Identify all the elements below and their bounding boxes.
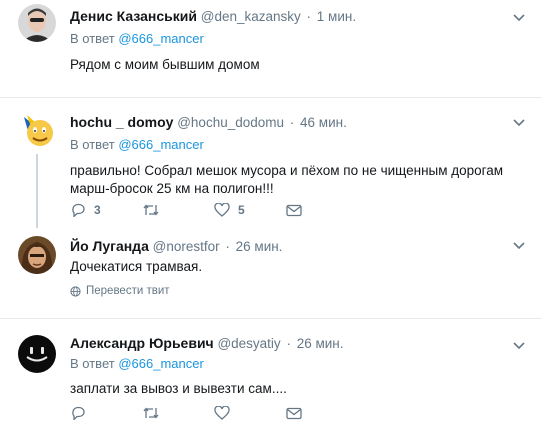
envelope-icon bbox=[286, 204, 302, 216]
chevron-down-icon[interactable] bbox=[512, 341, 526, 351]
tweet-header: hochu _ domoy @hochu_dodomu · 46 мин. bbox=[70, 113, 502, 131]
avatar[interactable] bbox=[18, 111, 56, 149]
retweet-icon bbox=[143, 407, 159, 419]
chevron-down-icon[interactable] bbox=[512, 118, 526, 128]
tweet-actions bbox=[70, 404, 358, 422]
mention-link[interactable]: @666_mancer bbox=[118, 31, 203, 46]
heart-icon bbox=[214, 203, 230, 217]
reply-button[interactable] bbox=[70, 406, 142, 420]
translate-link[interactable]: Перевести твит bbox=[70, 283, 502, 299]
timestamp[interactable]: 46 мин. bbox=[300, 115, 347, 130]
avatar[interactable] bbox=[18, 335, 56, 373]
tweet-text: правильно! Собрал мешок мусора и пёхом п… bbox=[70, 163, 504, 196]
reply-icon bbox=[72, 203, 85, 217]
avatar[interactable] bbox=[18, 4, 56, 42]
tweet-header: Йо Луганда @norestfor · 26 мин. bbox=[70, 237, 502, 255]
mention-link[interactable]: @666_mancer bbox=[118, 356, 203, 371]
reply-prefix: В ответ bbox=[70, 31, 115, 46]
separator-dot: · bbox=[225, 239, 230, 254]
divider bbox=[0, 318, 542, 319]
display-name[interactable]: Йо Луганда bbox=[70, 238, 149, 254]
reply-icon bbox=[72, 406, 85, 420]
separator-dot: · bbox=[286, 336, 291, 351]
retweet-icon bbox=[143, 204, 159, 216]
thread-line bbox=[36, 154, 38, 228]
timestamp[interactable]: 1 мин. bbox=[317, 9, 356, 24]
like-count: 5 bbox=[238, 203, 245, 217]
direct-message-button[interactable] bbox=[286, 407, 358, 420]
translate-label[interactable]: Перевести твит bbox=[86, 283, 170, 299]
envelope-icon bbox=[286, 407, 302, 419]
direct-message-button[interactable] bbox=[286, 204, 358, 217]
reply-prefix: В ответ bbox=[70, 137, 115, 152]
reply-context: В ответ @666_mancer bbox=[70, 136, 502, 154]
tweet-text: заплати за вывоз и вывезти сам.... bbox=[70, 381, 287, 396]
tweet-text: Рядом с моим бывшим домом bbox=[70, 57, 260, 72]
retweet-button[interactable] bbox=[142, 406, 214, 420]
reply-count: 3 bbox=[94, 203, 101, 217]
chevron-down-icon[interactable] bbox=[512, 241, 526, 251]
globe-icon bbox=[70, 285, 81, 297]
timestamp[interactable]: 26 мин. bbox=[236, 239, 283, 254]
like-button[interactable] bbox=[214, 406, 286, 420]
reply-prefix: В ответ bbox=[70, 356, 115, 371]
display-name[interactable]: Александр Юрьевич bbox=[70, 335, 214, 351]
tweet-header: Александр Юрьевич @desyatiy · 26 мин. bbox=[70, 334, 502, 352]
tweet-actions: 3 5 bbox=[70, 201, 358, 219]
user-handle[interactable]: @desyatiy bbox=[217, 336, 280, 351]
user-handle[interactable]: @den_kazansky bbox=[201, 9, 301, 24]
reply-button[interactable]: 3 bbox=[70, 203, 142, 217]
user-handle[interactable]: @norestfor bbox=[153, 239, 220, 254]
reply-context: В ответ @666_mancer bbox=[70, 30, 502, 48]
user-handle[interactable]: @hochu_dodomu bbox=[177, 115, 284, 130]
tweet-header: Денис Казанський @den_kazansky · 1 мин. bbox=[70, 7, 502, 25]
display-name[interactable]: hochu _ domoy bbox=[70, 114, 173, 130]
heart-icon bbox=[214, 406, 230, 420]
separator-dot: · bbox=[306, 9, 312, 24]
separator-dot: · bbox=[289, 115, 295, 130]
like-button[interactable]: 5 bbox=[214, 203, 286, 217]
avatar[interactable] bbox=[18, 236, 56, 274]
mention-link[interactable]: @666_mancer bbox=[118, 137, 203, 152]
retweet-button[interactable] bbox=[142, 203, 214, 217]
display-name[interactable]: Денис Казанський bbox=[70, 8, 197, 24]
timestamp[interactable]: 26 мин. bbox=[297, 336, 344, 351]
divider bbox=[0, 97, 542, 98]
chevron-down-icon[interactable] bbox=[512, 13, 526, 23]
tweet-text: Дочекатися трамвая. bbox=[70, 259, 203, 274]
reply-context: В ответ @666_mancer bbox=[70, 355, 502, 373]
